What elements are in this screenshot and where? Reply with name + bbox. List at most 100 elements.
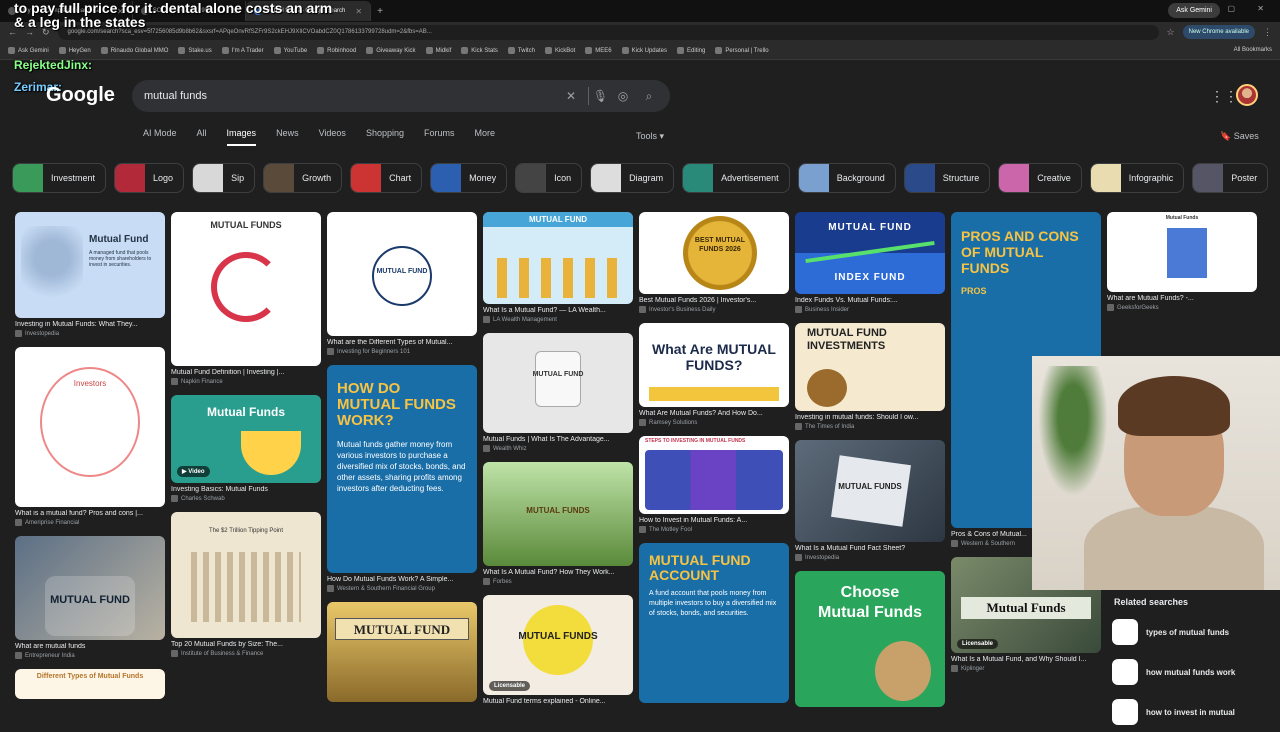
bookmark-item[interactable]: Ask Gemini [8,47,49,54]
result-thumbnail[interactable]: HOW DO MUTUAL FUNDS WORK? Mutual funds g… [327,365,477,573]
result-thumbnail[interactable]: MUTUAL FUNDS [171,212,321,366]
tools-button[interactable]: Tools ▾ [636,131,664,142]
bookmark-item[interactable]: Twitch [507,47,535,54]
image-result[interactable]: MUTUAL FUND What are the Different Types… [327,212,477,355]
image-result[interactable]: Investors What is a mutual fund? Pros an… [15,347,165,526]
result-thumbnail[interactable]: MUTUAL FUND [327,602,477,702]
image-result[interactable]: MUTUAL FUND What are mutual funds Entrep… [15,536,165,659]
all-bookmarks-button[interactable]: All Bookmarks [1234,47,1272,53]
result-thumbnail[interactable]: Investors [15,347,165,507]
result-title[interactable]: What are the Different Types of Mutual..… [327,339,477,346]
bookmark-item[interactable]: I'm A Trader [221,47,264,54]
filter-chip-background[interactable]: Background [797,163,896,193]
bookmark-item[interactable]: Personal | Trello [715,47,769,54]
result-title[interactable]: What Are Mutual Funds? And How Do... [639,410,789,417]
result-title[interactable]: How Do Mutual Funds Work? A Simple... [327,576,477,583]
related-search-item[interactable]: how to invest in mutual [1104,692,1280,732]
bookmark-item[interactable]: Kick Stats [461,47,498,54]
bookmark-item[interactable]: Robinhood [317,47,356,54]
new-tab-icon[interactable]: + [377,6,383,17]
result-title[interactable]: Best Mutual Funds 2026 | Investor's... [639,297,789,304]
filter-chip-money[interactable]: Money [430,163,508,193]
filter-chip-poster[interactable]: Poster [1192,163,1268,193]
search-input[interactable]: mutual funds [144,90,554,102]
result-thumbnail[interactable]: Mutual Funds ▶ Video [171,395,321,483]
image-result[interactable]: MUTUAL FUND What Is a Mutual Fund? — LA … [483,212,633,323]
image-result[interactable]: MUTUAL FUND [327,602,477,702]
star-icon[interactable]: ☆ [1167,27,1175,38]
bookmark-item[interactable]: Stake.us [178,47,212,54]
filter-chip-infographic[interactable]: Infographic [1089,163,1185,193]
tab-shopping[interactable]: Shopping [366,128,404,146]
tab-all[interactable]: All [197,128,207,146]
result-thumbnail[interactable]: Choose Mutual Funds [795,571,945,707]
result-title[interactable]: How to Invest in Mutual Funds: A... [639,517,789,524]
lens-icon[interactable]: ◎ [614,87,632,105]
bookmark-item[interactable]: Editing [676,47,705,54]
image-result[interactable]: MUTUAL FUND Mutual Funds | What Is The A… [483,333,633,452]
filter-chip-structure[interactable]: Structure [903,163,991,193]
result-title[interactable]: Mutual Funds | What Is The Advantage... [483,436,633,443]
mic-icon[interactable]: 🎙 [588,87,608,105]
related-search-item[interactable]: types of mutual funds [1104,612,1280,652]
menu-icon[interactable]: ⋮ [1263,27,1272,38]
result-thumbnail[interactable]: BEST MUTUAL FUNDS 2026 [639,212,789,294]
result-thumbnail[interactable]: What Are MUTUAL FUNDS? [639,323,789,407]
filter-chip-creative[interactable]: Creative [998,163,1082,193]
result-thumbnail[interactable]: Different Types of Mutual Funds [15,669,165,699]
update-chrome-badge[interactable]: New Chrome available [1182,25,1255,39]
bookmark-item[interactable]: YouTube [273,47,307,54]
apps-grid-icon[interactable]: ⋮⋮ [1210,88,1238,105]
result-thumbnail[interactable]: MUTUAL FUND [483,333,633,433]
result-thumbnail[interactable]: Mutual Fund A managed fund that pools mo… [15,212,165,318]
tab-news[interactable]: News [276,128,299,146]
filter-chip-sip[interactable]: Sip [192,163,256,193]
image-result[interactable]: MUTUAL FUNDS What Is A Mutual Fund? How … [483,462,633,585]
clear-icon[interactable]: ✕ [562,87,580,105]
result-thumbnail[interactable]: The $2 Trillion Tipping Point [171,512,321,638]
result-thumbnail[interactable]: MUTUAL FUND INDEX FUND [795,212,945,294]
result-title[interactable]: Mutual Fund Definition | Investing |... [171,369,321,376]
avatar[interactable] [1236,84,1258,106]
result-thumbnail[interactable]: MUTUAL FUND [15,536,165,640]
result-title[interactable]: Mutual Fund terms explained - Online... [483,698,633,705]
result-title[interactable]: What are mutual funds [15,643,165,650]
image-result[interactable]: The $2 Trillion Tipping Point Top 20 Mut… [171,512,321,657]
result-thumbnail[interactable]: MUTUAL FUNDS [483,462,633,566]
result-thumbnail[interactable]: MUTUAL FUND ACCOUNT A fund account that … [639,543,789,703]
bookmark-item[interactable]: HeyGen [58,47,91,54]
image-result[interactable]: Mutual Funds ▶ Video Investing Basics: M… [171,395,321,502]
result-title[interactable]: What Is a Mutual Fund Fact Sheet? [795,545,945,552]
result-title[interactable]: Index Funds Vs. Mutual Funds:... [795,297,945,304]
filter-chip-icon[interactable]: Icon [515,163,583,193]
result-title[interactable]: What Is A Mutual Fund? How They Work... [483,569,633,576]
result-thumbnail[interactable]: STEPS TO INVESTING IN MUTUAL FUNDS [639,436,789,514]
tab-videos[interactable]: Videos [319,128,346,146]
result-thumbnail[interactable]: MUTUAL FUND [327,212,477,336]
result-title[interactable]: What Is a Mutual Fund, and Why Should I.… [951,656,1101,663]
image-result[interactable]: MUTUAL FUND INVESTMENTS Investing in mut… [795,323,945,430]
bookmark-item[interactable]: KickBot [544,47,575,54]
filter-chip-growth[interactable]: Growth [263,163,343,193]
tab-more[interactable]: More [475,128,496,146]
bookmark-item[interactable]: Giveaway Kick [366,47,416,54]
result-thumbnail[interactable]: Mutual Funds [1107,212,1257,292]
bookmark-item[interactable]: Kick Updates [621,47,667,54]
image-result[interactable]: Different Types of Mutual Funds [15,669,165,699]
result-title[interactable]: What Is a Mutual Fund? — LA Wealth... [483,307,633,314]
result-title[interactable]: Top 20 Mutual Funds by Size: The... [171,641,321,648]
google-logo[interactable]: Google [46,84,115,107]
image-result[interactable]: Mutual Funds What are Mutual Funds? -...… [1107,212,1257,311]
bookmark-item[interactable]: MEE6 [585,47,612,54]
result-thumbnail[interactable]: MUTUAL FUND [483,212,633,304]
result-title[interactable]: What are Mutual Funds? -... [1107,295,1257,302]
result-thumbnail[interactable]: MUTUAL FUND INVESTMENTS [795,323,945,411]
image-result[interactable]: Mutual Fund A managed fund that pools mo… [15,212,165,337]
window-controls[interactable]: — ▢ ✕ [1197,4,1274,13]
tab-ai-mode[interactable]: AI Mode [143,128,177,146]
filter-chip-investment[interactable]: Investment [12,163,107,193]
filter-chip-chart[interactable]: Chart [350,163,423,193]
image-result[interactable]: MUTUAL FUND INDEX FUND Index Funds Vs. M… [795,212,945,313]
image-result[interactable]: Choose Mutual Funds [795,571,945,707]
result-title[interactable]: What is a mutual fund? Pros and cons |..… [15,510,165,517]
